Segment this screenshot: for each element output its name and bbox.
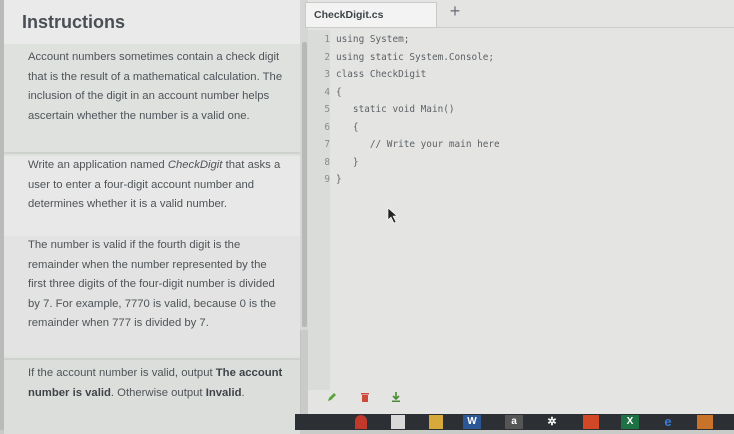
line-text: { <box>336 121 359 133</box>
tab-divider <box>305 27 734 28</box>
invalid-output-text: Invalid <box>205 386 242 399</box>
download-icon[interactable] <box>390 391 402 403</box>
instruction-section-3: The number is valid if the fourth digit … <box>4 236 300 356</box>
para2-prefix: Write an application named <box>28 159 168 171</box>
instruction-section-4: If the account number is valid, output T… <box>4 360 300 434</box>
instruction-section-2: Write an application named CheckDigit th… <box>4 156 300 238</box>
code-line: 7 // Write your main here <box>308 139 728 157</box>
line-number: 7 <box>324 139 330 150</box>
mouse-pointer-icon <box>387 207 398 224</box>
instruction-paragraph-3: The number is valid if the fourth digit … <box>28 239 277 329</box>
tab-checkdigit-cs[interactable]: CheckDigit.cs <box>305 2 437 28</box>
windows-taskbar: W a ✲ X e <box>295 414 734 430</box>
para4-prefix: If the account number is valid, output <box>28 367 216 379</box>
line-number: 1 <box>324 34 330 45</box>
para4-suffix: . <box>241 386 245 399</box>
class-name-italic: CheckDigit <box>167 159 223 171</box>
trash-icon[interactable] <box>360 391 370 403</box>
chrome-icon[interactable] <box>355 415 367 429</box>
code-line: 3 class CheckDigit <box>308 69 728 87</box>
line-number: 9 <box>324 174 330 185</box>
pencil-icon[interactable] <box>326 391 338 403</box>
code-content[interactable]: 1 using System; 2 using static System.Cons… <box>308 34 728 192</box>
edge-icon[interactable]: e <box>659 415 677 429</box>
line-text: using static System.Console; <box>336 51 495 63</box>
add-tab-button[interactable]: + <box>440 0 470 24</box>
powerpoint-icon[interactable] <box>583 415 599 429</box>
code-line: 4{ <box>308 87 728 105</box>
line-text: // Write your main here <box>336 139 500 150</box>
app-icon[interactable] <box>391 415 405 429</box>
code-line: 6 { <box>308 122 728 140</box>
line-text: using System; <box>336 34 410 45</box>
line-number: 2 <box>324 51 330 63</box>
scrollbar-thumb[interactable] <box>302 42 307 327</box>
code-line: 1 using System; <box>308 34 728 52</box>
instructions-title: Instructions <box>22 12 126 32</box>
code-line: 9} <box>308 174 728 192</box>
instruction-section-1: Account numbers sometimes contain a chec… <box>4 44 300 156</box>
line-text: class CheckDigit <box>336 69 427 80</box>
code-line: 2 using static System.Console; <box>308 52 728 70</box>
dropbox-icon[interactable]: ✲ <box>543 415 561 429</box>
instructions-header: Instructions <box>4 0 300 45</box>
line-text: } <box>336 174 342 185</box>
code-line: 8 } <box>308 157 728 175</box>
word-icon[interactable]: W <box>463 415 481 429</box>
para4-mid: . Otherwise output <box>110 386 206 399</box>
folder-icon[interactable] <box>429 415 443 429</box>
amazon-icon[interactable]: a <box>505 415 523 429</box>
section-divider <box>4 152 300 154</box>
instruction-paragraph-1: Account numbers sometimes contain a chec… <box>28 51 283 122</box>
line-number: 6 <box>324 121 330 133</box>
app-icon-orange[interactable] <box>697 415 713 429</box>
line-text: static void Main() <box>336 104 455 115</box>
line-text: { <box>336 86 342 98</box>
line-number: 8 <box>324 156 330 168</box>
excel-icon[interactable]: X <box>621 415 639 429</box>
line-number: 5 <box>324 104 330 115</box>
line-number: 3 <box>324 69 330 80</box>
instruction-paragraph-2: Write an application named CheckDigit th… <box>4 156 300 215</box>
editor-toolbar <box>308 385 734 413</box>
code-line: 5 static void Main() <box>308 104 728 122</box>
line-number: 4 <box>324 86 330 98</box>
line-text: } <box>336 156 359 168</box>
tab-label: CheckDigit.cs <box>314 9 384 21</box>
instruction-paragraph-4: If the account number is valid, output T… <box>4 364 300 403</box>
